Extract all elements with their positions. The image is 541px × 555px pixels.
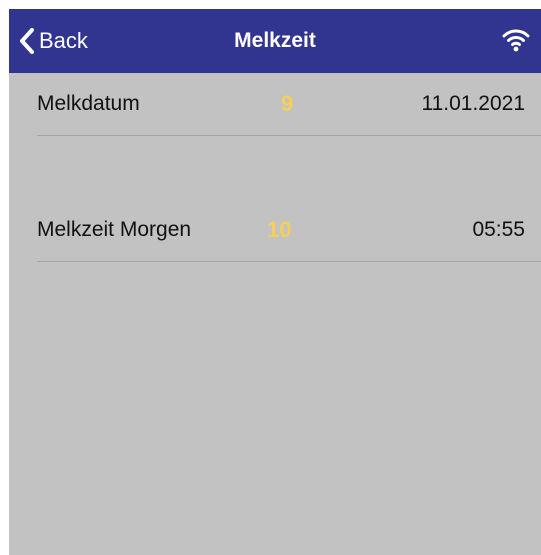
back-button[interactable]: Back [19,9,88,73]
app-screen: Back Melkzeit Melkdatum 9 11.01.2021 Mel… [9,9,541,555]
chevron-left-icon [19,28,35,54]
row-badge: 9 [281,91,294,116]
row-label: Melkzeit Morgen [37,218,192,241]
row-value: 11.01.2021 [421,92,525,115]
row-badge: 10 [267,217,292,242]
row-value: 05:55 [472,218,525,241]
list-item-melkzeit-morgen[interactable]: Melkzeit Morgen 10 05:55 [37,199,541,262]
navigation-bar: Back Melkzeit [9,9,541,73]
back-label: Back [39,28,88,53]
row-label: Melkdatum [37,92,140,115]
list-item-melkdatum[interactable]: Melkdatum 9 11.01.2021 [37,73,541,136]
page-title: Melkzeit [234,29,316,52]
wifi-icon [501,25,531,55]
